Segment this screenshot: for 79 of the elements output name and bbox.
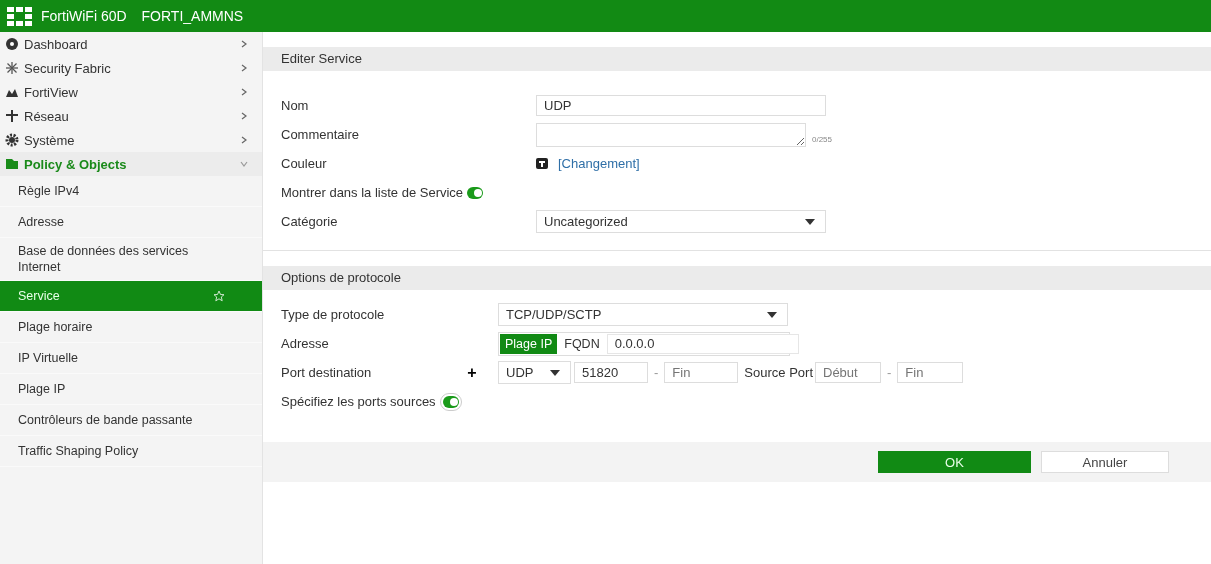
- hostname: FORTI_AMMNS: [141, 8, 244, 24]
- nav-label: Adresse: [18, 214, 65, 230]
- nav-label: Plage horaire: [18, 319, 94, 335]
- nav-label: Réseau: [24, 108, 70, 124]
- dropdown-caret-icon: [550, 369, 560, 376]
- field-label: Montrer dans la liste de Service: [281, 185, 464, 200]
- nav-subitem[interactable]: Règle IPv4: [0, 176, 262, 207]
- nav-label: Plage IP: [18, 381, 67, 397]
- nav-item[interactable]: Security Fabric: [0, 56, 262, 80]
- nav-subitem[interactable]: Traffic Shaping Policy: [0, 436, 262, 467]
- section-header: Options de protocole: [263, 266, 1211, 290]
- input-field[interactable]: Fin: [897, 362, 964, 383]
- nav-label: Contrôleurs de bande passante: [18, 412, 194, 428]
- nav-subitem[interactable]: Service: [0, 281, 262, 312]
- nav-item[interactable]: Dashboard: [0, 32, 262, 56]
- chevron-right-icon: [240, 136, 248, 144]
- field-label: Commentaire: [281, 127, 361, 142]
- field-label: Type de protocole: [281, 307, 386, 322]
- dash-separator: -: [654, 364, 659, 381]
- nav-label: Règle IPv4: [18, 183, 81, 199]
- network-icon: [5, 109, 19, 123]
- chevron-right-icon: [240, 64, 248, 72]
- field-label: Couleur: [281, 156, 328, 171]
- settings-icon: [5, 133, 19, 147]
- nav-label: Base de données des services Internet: [18, 243, 190, 275]
- chevron-right-icon: [240, 112, 248, 120]
- change-link[interactable]: [Changement]: [558, 156, 640, 171]
- field-label: Source Port: [744, 365, 813, 380]
- logo-icon: [7, 6, 32, 26]
- folder-icon: [5, 157, 19, 171]
- nav-item[interactable]: Système: [0, 128, 262, 152]
- nav-subitem[interactable]: Adresse: [0, 207, 262, 238]
- field-label: Adresse: [281, 336, 330, 351]
- nav-subitem[interactable]: IP Virtuelle: [0, 343, 262, 374]
- nav-label: Security Fabric: [24, 60, 112, 76]
- ok-button[interactable]: OK: [878, 451, 1031, 473]
- nav-item[interactable]: Réseau: [0, 104, 262, 128]
- section-header: Editer Service: [263, 47, 1211, 71]
- nav-label: Traffic Shaping Policy: [18, 443, 140, 459]
- dropdown[interactable]: TCP/UDP/SCTP: [498, 303, 788, 326]
- dropdown-caret-icon: [805, 218, 815, 225]
- nav-label: IP Virtuelle: [18, 350, 79, 366]
- input-field[interactable]: UDP: [536, 95, 826, 116]
- nav-subitem[interactable]: Contrôleurs de bande passante: [0, 405, 262, 436]
- toggle-switch[interactable]: [442, 395, 459, 408]
- nav-subitem[interactable]: Plage IP: [0, 374, 262, 405]
- input-field[interactable]: Fin: [664, 362, 739, 383]
- dropdown[interactable]: Uncategorized: [536, 210, 826, 233]
- dropdown[interactable]: UDP: [498, 361, 571, 384]
- segment-tab[interactable]: Plage IP: [500, 333, 558, 354]
- dashboard-icon: [5, 37, 19, 51]
- field-label: Nom: [281, 98, 310, 113]
- dash-separator: -: [887, 364, 892, 381]
- chevron-right-icon: [240, 88, 248, 96]
- nav-subitem[interactable]: Plage horaire: [0, 312, 262, 343]
- field-label: Spécifiez les ports sources: [281, 394, 436, 409]
- comment-field[interactable]: [536, 122, 806, 147]
- field-label: Catégorie: [281, 214, 339, 229]
- star-icon: [213, 290, 225, 302]
- nav-label: Système: [24, 132, 76, 148]
- snowflake-icon: [5, 61, 19, 75]
- input-field[interactable]: 0.0.0.0: [606, 333, 799, 354]
- input-field[interactable]: 51820: [574, 362, 648, 383]
- cancel-button[interactable]: Annuler: [1041, 451, 1169, 473]
- dropdown-caret-icon: [767, 311, 777, 318]
- toggle-switch[interactable]: [467, 186, 484, 199]
- nav-label: Service: [18, 288, 61, 304]
- input-field[interactable]: Début: [815, 362, 881, 383]
- color-swatch-icon: [536, 157, 548, 170]
- nav-item[interactable]: FortiView: [0, 80, 262, 104]
- nav-label: FortiView: [24, 84, 79, 100]
- product-name: FortiWiFi 60D: [41, 8, 127, 24]
- nav-label: Policy & Objects: [24, 156, 128, 172]
- character-counter: 0/255: [812, 135, 833, 144]
- nav-label: Dashboard: [24, 36, 89, 52]
- nav-item[interactable]: Policy & Objects: [0, 152, 262, 176]
- field-label: Port destination: [281, 365, 373, 380]
- chevron-down-icon: [240, 160, 248, 168]
- chevron-right-icon: [240, 40, 248, 48]
